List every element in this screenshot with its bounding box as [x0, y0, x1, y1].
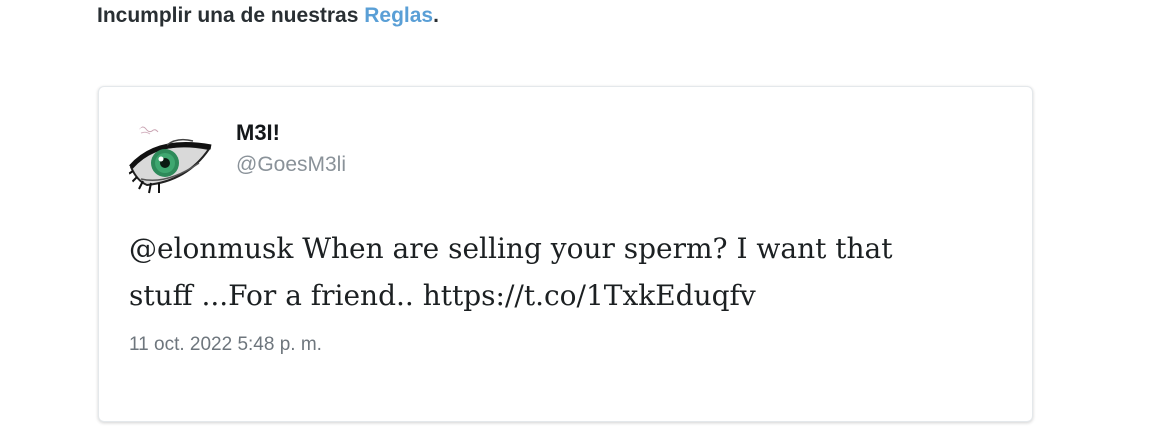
tweet-card[interactable]: M3I! @GoesM3li @elonmusk When are sellin…	[98, 86, 1033, 422]
rules-notice: Incumplir una de nuestras Reglas.	[97, 4, 439, 28]
notice-text: Incumplir una de nuestras	[97, 4, 365, 27]
user-handle[interactable]: @GoesM3li	[236, 153, 346, 177]
tweet-timestamp[interactable]: 11 oct. 2022 5:48 p. m.	[129, 334, 322, 356]
notice-period: .	[433, 4, 439, 27]
avatar[interactable]	[127, 115, 217, 205]
tweet-text-line: stuff ...For a friend.. https://t.co/1Tx…	[129, 279, 756, 312]
display-name[interactable]: M3I!	[236, 120, 280, 146]
eye-drawing-icon	[127, 115, 217, 205]
tweet-text: @elonmusk When are selling your sperm? I…	[129, 225, 989, 319]
tweet-text-line: @elonmusk When are selling your sperm? I…	[129, 232, 893, 265]
rules-link[interactable]: Reglas	[364, 4, 433, 27]
